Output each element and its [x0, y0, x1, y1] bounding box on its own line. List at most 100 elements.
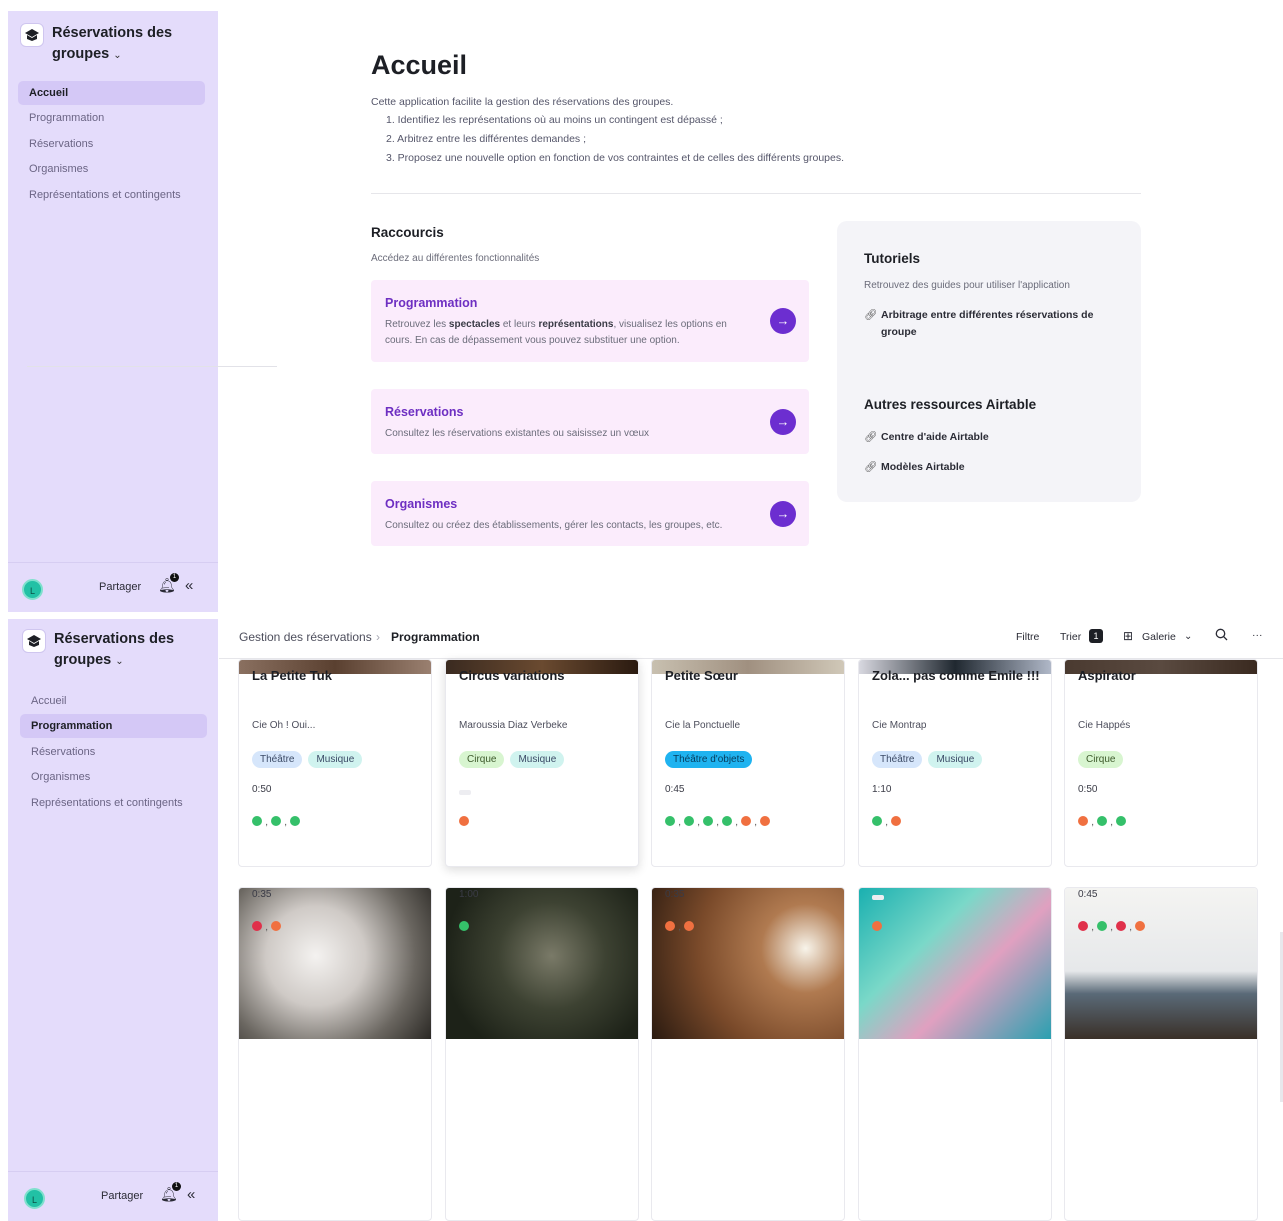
app-switcher[interactable]: Réservations des groupes ⌄ — [20, 23, 210, 65]
avatar[interactable]: L — [22, 579, 43, 600]
sidebar-item-accueil[interactable]: Accueil — [18, 81, 205, 105]
chevron-down-icon[interactable]: ⌄ — [1184, 631, 1192, 642]
shortcut-description: Consultez ou créez des établissements, g… — [385, 520, 723, 531]
search-icon[interactable] — [1215, 628, 1228, 644]
status-dot-orange — [741, 816, 757, 828]
card-title: Aspirator — [1078, 668, 1136, 683]
card-duration-empty — [872, 895, 884, 900]
collapse-sidebar-icon[interactable]: « — [185, 577, 193, 594]
status-dot-orange — [760, 816, 770, 826]
card-duration: 0:35 — [252, 889, 272, 900]
status-dot-orange — [665, 921, 681, 933]
status-dot-red — [1116, 921, 1132, 933]
sidebar-item-reservations[interactable]: Réservations — [20, 740, 207, 764]
card-duration: 0:50 — [252, 784, 272, 795]
resources-card: Tutoriels Retrouvez des guides pour util… — [837, 221, 1141, 502]
chevron-down-icon: ⌄ — [113, 50, 122, 61]
arrow-right-icon[interactable]: → — [770, 501, 796, 527]
gallery-card[interactable]: Il était un soirCie l'Hôtel du NordThéât… — [651, 887, 845, 1221]
shortcuts-subtitle: Accédez au différentes fonctionnalités — [371, 253, 540, 264]
status-dot-red — [1078, 921, 1094, 933]
status-dot-orange — [872, 921, 882, 931]
sidebar-item-representations[interactable]: Représentations et contingents — [20, 791, 207, 815]
gallery-card[interactable]: Lymph Blood Story 9424Cie Yonsk - Julie … — [858, 887, 1052, 1221]
sidebar-item-organismes[interactable]: Organismes — [20, 765, 207, 789]
share-button[interactable]: Partager — [99, 581, 141, 593]
home-panel: Réservations des groupes ⌄ Accueil Progra… — [0, 0, 1283, 612]
notification-badge: 1 — [172, 1182, 181, 1191]
shortcut-description: Consultez les réservations existantes ou… — [385, 428, 650, 439]
status-dots — [872, 921, 882, 931]
tutorial-link[interactable]: 🔗︎ Arbitrage entre différentes réservati… — [864, 307, 1094, 341]
gallery-card[interactable]: Aspirator Cie Happés Cirque 0:50 — [1064, 659, 1258, 867]
card-cover-image — [652, 888, 844, 1039]
filter-button[interactable]: Filtre — [1016, 631, 1039, 643]
gallery-card[interactable]: Portraits - Episode 1Cie L'Entreprise - … — [445, 887, 639, 1221]
card-title: Circus variations — [459, 668, 565, 683]
status-dots — [1078, 816, 1126, 828]
status-dots — [665, 921, 694, 933]
gallery-card[interactable]: La Petite Tuk Cie Oh ! Oui... Théâtre Musiq… — [238, 659, 432, 867]
card-company: Cie la Ponctuelle — [665, 720, 741, 731]
card-duration: 0:35 — [665, 889, 685, 900]
card-tags: Cirque Musique — [459, 751, 565, 768]
sidebar-item-representations[interactable]: Représentations et contingents — [18, 183, 205, 207]
status-dot-green — [1097, 816, 1113, 828]
arrow-right-icon[interactable]: → — [770, 409, 796, 435]
view-toolbar: Gestion des réservations › Programmation… — [219, 619, 1283, 659]
card-title: Petite Sœur — [665, 668, 738, 683]
gallery-card[interactable]: Zola... pas comme Emile !!! Cie Montrap Th… — [858, 659, 1052, 867]
app-switcher[interactable]: Réservations des groupes ⌄ — [22, 629, 212, 671]
gallery-panel: Réservations des groupes ⌄ Accueil Progra… — [0, 619, 1283, 1221]
notification-badge: 1 — [170, 573, 179, 582]
sort-button[interactable]: Trier — [1060, 631, 1081, 643]
status-dot-orange — [271, 921, 281, 931]
divider — [371, 193, 1141, 194]
status-dots — [1078, 921, 1145, 933]
genre-tag: Théâtre — [872, 751, 923, 768]
gallery-card[interactable]: Circus variations Maroussia Diaz Verbeke C… — [445, 659, 639, 867]
status-dot-orange — [891, 816, 901, 826]
sidebar: Réservations des groupes ⌄ Accueil Progra… — [8, 11, 218, 612]
app-logo-icon — [22, 629, 46, 653]
link-icon: 🔗︎ — [864, 309, 878, 321]
shortcut-reservations[interactable]: Réservations Consultez les réservations … — [371, 389, 809, 454]
avatar[interactable]: L — [24, 1188, 45, 1209]
shortcut-programmation[interactable]: Programmation Retrouvez les spectacles e… — [371, 280, 809, 362]
more-options-icon[interactable]: ··· — [1252, 629, 1263, 641]
genre-tag: Musique — [510, 751, 565, 768]
genre-tag: Cirque — [459, 751, 505, 768]
shortcut-description: Retrouvez les spectacles et leurs représ… — [385, 319, 727, 346]
share-button[interactable]: Partager — [101, 1190, 143, 1202]
sidebar-item-programmation[interactable]: Programmation — [18, 106, 205, 130]
sidebar-item-organismes[interactable]: Organismes — [18, 157, 205, 181]
card-duration-empty — [459, 790, 471, 795]
collapse-sidebar-icon[interactable]: « — [187, 1186, 195, 1203]
arrow-right-icon[interactable]: → — [770, 308, 796, 334]
shortcut-title: Organismes — [385, 497, 458, 511]
sort-count-badge: 1 — [1089, 629, 1103, 643]
card-title: La Petite Tuk — [252, 668, 332, 683]
page-title: Accueil — [371, 50, 468, 80]
sidebar-item-reservations[interactable]: Réservations — [18, 132, 205, 156]
card-duration: 1:00 — [459, 889, 479, 900]
gallery-card[interactable]: Petite Sœur Cie la Ponctuelle Théâtre d'ob… — [651, 659, 845, 867]
gallery-card[interactable]: Alerte Blaireau DégâtsLa Compagnie dans … — [1064, 887, 1258, 1221]
status-dots — [872, 816, 901, 828]
status-dot-red — [252, 921, 268, 933]
card-tags: Cirque — [1078, 751, 1124, 768]
gallery-card[interactable]: Blanc(s)Cie l'Esprit de la forgeThéâtreD… — [238, 887, 432, 1221]
genre-tag: Musique — [928, 751, 983, 768]
genre-tag: Théâtre — [252, 751, 303, 768]
shortcut-organismes[interactable]: Organismes Consultez ou créez des établi… — [371, 481, 809, 546]
sidebar-item-programmation[interactable]: Programmation — [20, 714, 207, 739]
resource-link[interactable]: 🔗︎ Modèles Airtable — [864, 459, 1094, 476]
breadcrumb-parent[interactable]: Gestion des réservations — [239, 630, 372, 644]
status-dot-green — [252, 816, 268, 828]
sidebar-item-accueil[interactable]: Accueil — [20, 689, 207, 713]
view-switcher[interactable]: Galerie — [1142, 631, 1176, 643]
card-company: Cie Oh ! Oui... — [252, 720, 316, 731]
status-dot-green — [665, 816, 681, 828]
status-dot-green — [1116, 816, 1126, 826]
resource-link[interactable]: 🔗︎ Centre d'aide Airtable — [864, 429, 1094, 446]
